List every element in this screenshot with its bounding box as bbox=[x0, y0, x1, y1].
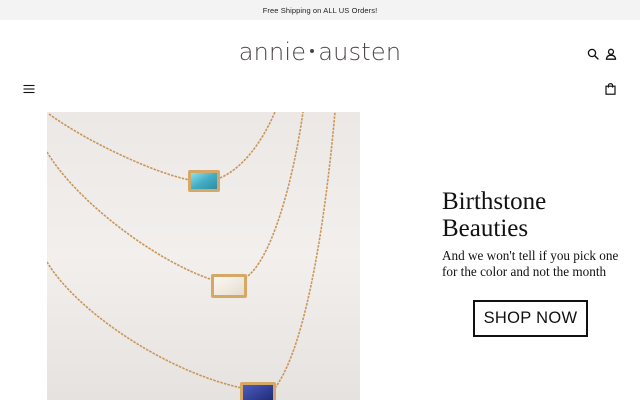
shopping-bag-icon bbox=[604, 83, 616, 95]
hero-subtitle: And we won't tell if you pick one for th… bbox=[442, 248, 619, 279]
search-icon bbox=[587, 48, 599, 60]
account-icon bbox=[605, 48, 617, 60]
announcement-bar: Free Shipping on ALL US Orders! bbox=[0, 0, 640, 20]
logo-word-left: annie bbox=[238, 38, 307, 66]
hero-necklace-image[interactable] bbox=[47, 112, 360, 400]
announcement-text: Free Shipping on ALL US Orders! bbox=[262, 5, 378, 15]
site-logo[interactable]: annie austen bbox=[0, 38, 640, 66]
search-button[interactable] bbox=[586, 47, 600, 61]
menu-icon bbox=[23, 84, 35, 94]
account-button[interactable] bbox=[604, 47, 618, 61]
necklace-photo bbox=[47, 112, 360, 400]
shop-now-button[interactable]: SHOP NOW bbox=[473, 300, 588, 337]
cart-button[interactable] bbox=[603, 82, 617, 96]
hero-title: Birthstone Beauties bbox=[442, 188, 547, 242]
menu-button[interactable] bbox=[22, 82, 36, 96]
logo-word-right: austen bbox=[318, 38, 402, 66]
logo-dot bbox=[310, 48, 315, 53]
